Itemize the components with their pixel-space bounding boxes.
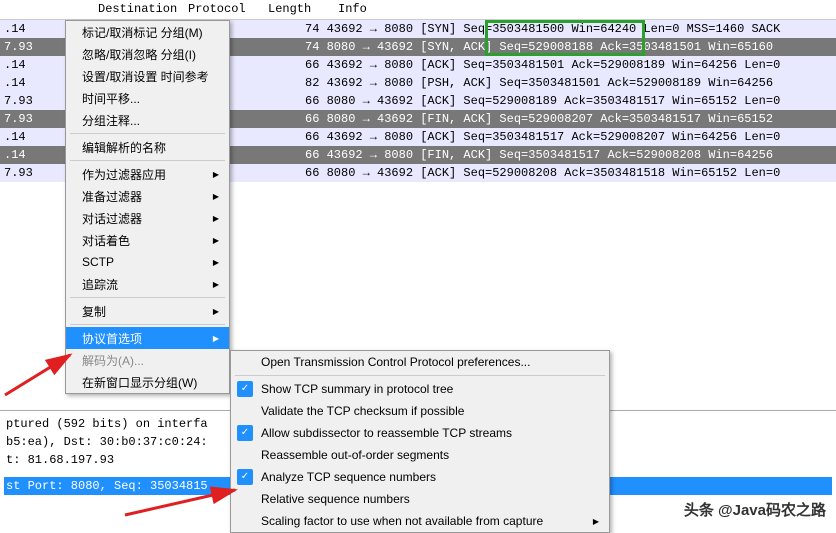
- menu-separator: [70, 133, 225, 134]
- cell-ip: 7.93: [0, 110, 65, 128]
- menu-protoprefs[interactable]: 协议首选项: [66, 327, 229, 349]
- cell-ip: .14: [0, 56, 65, 74]
- sub-analyze[interactable]: ✓Analyze TCP sequence numbers: [231, 466, 609, 488]
- chevron-right-icon: ▶: [593, 517, 599, 526]
- menu-ignore[interactable]: 忽略/取消忽略 分组(I): [66, 43, 229, 65]
- col-header-info[interactable]: Info: [330, 0, 375, 19]
- menu-separator: [70, 160, 225, 161]
- protocol-prefs-submenu: Open Transmission Control Protocol prefe…: [230, 350, 610, 533]
- cell-ip: 7.93: [0, 164, 65, 182]
- menu-separator: [70, 297, 225, 298]
- col-header-length[interactable]: Length: [260, 0, 320, 19]
- menu-separator: [70, 324, 225, 325]
- menu-settime[interactable]: 设置/取消设置 时间参考: [66, 65, 229, 87]
- menu-newwindow[interactable]: 在新窗口显示分组(W): [66, 371, 229, 393]
- cell-ip: .14: [0, 146, 65, 164]
- menu-comment[interactable]: 分组注释...: [66, 109, 229, 131]
- menu-conversation[interactable]: 对话过滤器: [66, 207, 229, 229]
- sub-reassemble[interactable]: Reassemble out-of-order segments: [231, 444, 609, 466]
- menu-copy[interactable]: 复制: [66, 300, 229, 322]
- sub-validate[interactable]: Validate the TCP checksum if possible: [231, 400, 609, 422]
- cell-ip: 7.93: [0, 38, 65, 56]
- cell-ip: 7.93: [0, 92, 65, 110]
- menu-colorize[interactable]: 对话着色: [66, 229, 229, 251]
- menu-decode[interactable]: 解码为(A)...: [66, 349, 229, 371]
- menu-follow[interactable]: 追踪流: [66, 273, 229, 295]
- sub-summary[interactable]: ✓Show TCP summary in protocol tree: [231, 378, 609, 400]
- menu-separator: [235, 375, 605, 376]
- menu-prepfilter[interactable]: 准备过滤器: [66, 185, 229, 207]
- col-header-protocol[interactable]: Protocol: [180, 0, 250, 19]
- checkmark-icon: ✓: [237, 425, 253, 441]
- sub-subdissector[interactable]: ✓Allow subdissector to reassemble TCP st…: [231, 422, 609, 444]
- context-menu: 标记/取消标记 分组(M) 忽略/取消忽略 分组(I) 设置/取消设置 时间参考…: [65, 20, 230, 394]
- checkmark-icon: ✓: [237, 381, 253, 397]
- sub-relative[interactable]: Relative sequence numbers: [231, 488, 609, 510]
- watermark: 头条 @Java码农之路: [684, 499, 826, 520]
- menu-timeshift[interactable]: 时间平移...: [66, 87, 229, 109]
- sub-scaling[interactable]: Scaling factor to use when not available…: [231, 510, 609, 532]
- cell-ip: .14: [0, 128, 65, 146]
- menu-editname[interactable]: 编辑解析的名称: [66, 136, 229, 158]
- sub-open-prefs[interactable]: Open Transmission Control Protocol prefe…: [231, 351, 609, 373]
- menu-mark[interactable]: 标记/取消标记 分组(M): [66, 21, 229, 43]
- checkmark-icon: ✓: [237, 469, 253, 485]
- col-header-destination[interactable]: Destination: [90, 0, 170, 19]
- menu-asfilter[interactable]: 作为过滤器应用: [66, 163, 229, 185]
- cell-ip: .14: [0, 74, 65, 92]
- cell-ip: .14: [0, 20, 65, 38]
- menu-sctp[interactable]: SCTP: [66, 251, 229, 273]
